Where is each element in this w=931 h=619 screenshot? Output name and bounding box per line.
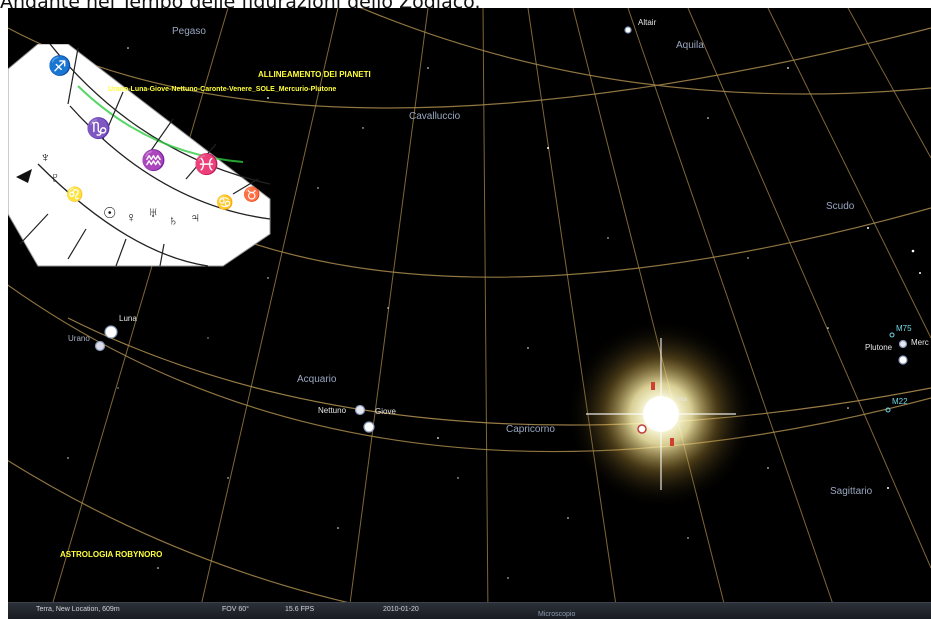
planet-glyph-uranus-icon: ♅ [148,204,159,220]
status-fps: 15.6 FPS [285,606,315,613]
zodiac-glyph-pisces-icon: ♓ [194,154,219,176]
planet-glyph-pluto-icon: ♇ [50,169,61,185]
planet-glyph-taurus-icon: ♉ [243,186,261,202]
status-location: Terra, New Location, 609m [36,606,120,613]
zodiac-glyph-sagittarius-icon: ♐ [48,56,72,77]
star-label-altair: Altair [638,18,657,27]
constellation-capricorno: Capricorno [506,424,555,435]
astrology-inset: ♐ ♑ ♒ ♓ ♆ ♇ ♌ ☉ ♀ ♅ ♄ ♃ ♋ ♉ [8,44,273,269]
zodiac-glyph-capricorn-icon: ♑ [86,118,111,140]
planet-glyph-venus-icon: ♀ [126,209,137,225]
planet-glyph-leo-icon: ♌ [66,186,84,202]
constellation-pegaso: Pegaso [172,26,206,37]
status-date: 2010-01-20 [383,606,419,613]
planet-label-luna: Luna [119,314,137,323]
watermark-astrologia: ASTROLOGIA ROBYNORO [60,550,163,559]
planet-glyph-neptune-icon: ♆ [40,149,51,165]
sky-view[interactable]: Pegaso Aquila Cavalluccio Scudo Acquario… [8,8,931,619]
constellation-sagittario: Sagittario [830,486,873,497]
status-bar: Terra, New Location, 609m FOV 60° 15.6 F… [8,602,931,619]
sun-label: Ria [678,397,688,403]
planet-label-nettuno: Nettuno [318,406,347,415]
inset-title: ALLINEAMENTO DEI PIANETI [258,70,371,79]
planet-glyph-sun-icon: ☉ [103,205,117,222]
inset-alignment-list: Urano-Luna-Giove-Nettuno-Caronte-Venere_… [108,86,337,93]
constellation-cavalluccio: Cavalluccio [409,111,461,122]
zodiac-glyph-aquarius-icon: ♒ [141,150,166,172]
deep-sky-label-m22: M22 [892,397,908,406]
planet-glyph-cancer-icon: ♋ [216,194,234,210]
deep-sky-label-m75: M75 [896,324,912,333]
planet-label-mercurio: Merc [911,338,929,347]
constellation-aquila: Aquila [676,40,704,51]
planet-label-giove: Giove [375,407,396,416]
status-fov: FOV 60° [222,606,249,613]
planet-glyph-jupiter-icon: ♃ [190,209,201,225]
constellation-microscopio: Microscopio [538,611,576,618]
planet-label-urano: Urano [68,334,90,343]
planet-glyph-saturn-icon: ♄ [168,212,179,228]
planet-label-plutone: Plutone [865,343,893,352]
constellation-scudo: Scudo [826,201,855,212]
constellation-acquario: Acquario [297,374,337,385]
